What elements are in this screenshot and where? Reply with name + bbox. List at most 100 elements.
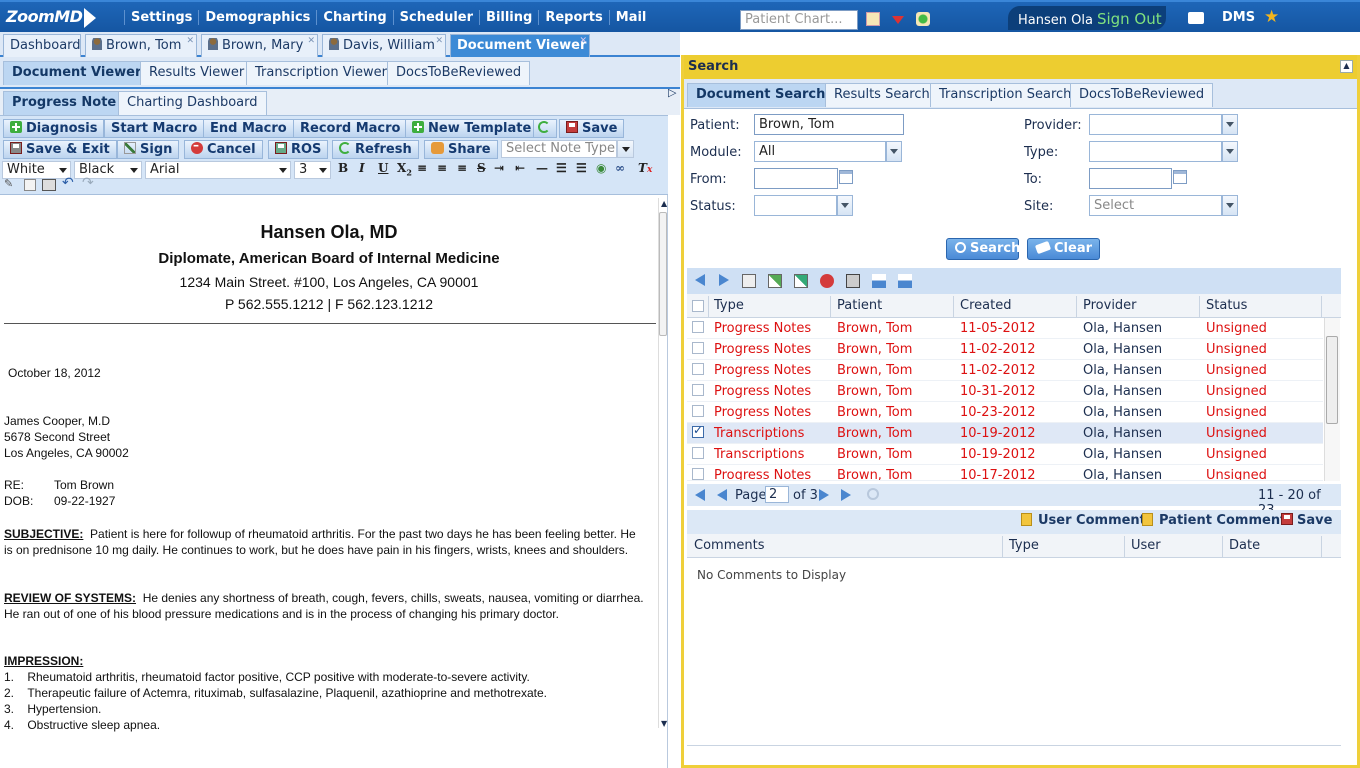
font-size-select[interactable]: 3 — [294, 161, 331, 179]
bullet-list-icon[interactable]: ☰ — [576, 161, 587, 175]
reload-icon[interactable] — [867, 488, 879, 500]
first-page-icon[interactable] — [695, 489, 705, 501]
provider-select[interactable] — [1089, 114, 1238, 135]
tab-brown-mary[interactable]: Brown, Mary ✕ — [201, 34, 318, 57]
end-macro-button[interactable]: End Macro — [203, 119, 294, 138]
dropdown-arrow-icon[interactable] — [892, 16, 904, 24]
sign-document-icon[interactable] — [794, 274, 808, 288]
chevron-down-icon[interactable] — [886, 141, 902, 162]
view-document-icon[interactable] — [742, 274, 756, 288]
module-select[interactable]: All — [754, 141, 902, 162]
row-checkbox[interactable] — [692, 468, 704, 480]
close-icon[interactable]: ✕ — [579, 36, 587, 46]
tab-docs-to-be-reviewed-search[interactable]: DocsToBeReviewed — [1070, 83, 1214, 107]
row-checkbox[interactable] — [692, 342, 704, 354]
col-comment-user[interactable]: User — [1131, 538, 1161, 553]
previous-icon[interactable] — [695, 274, 705, 286]
user-comment-button[interactable]: User Comment — [1021, 513, 1146, 528]
bold-icon[interactable]: B — [338, 161, 348, 175]
scroll-down-icon[interactable]: ▼ — [661, 719, 667, 728]
note-type-dropdown-button[interactable] — [617, 140, 634, 158]
col-created[interactable]: Created — [960, 298, 1011, 313]
new-template-button[interactable]: New Template — [405, 119, 539, 138]
to-date-field[interactable] — [1089, 168, 1187, 189]
subscript-icon[interactable]: X2 — [397, 161, 412, 177]
calendar-icon[interactable] — [1173, 170, 1187, 184]
table-row[interactable]: Progress Notes Brown, Tom 11-05-2012 Ola, H… — [687, 318, 1323, 339]
tab-document-viewer-sub[interactable]: Document Viewer — [3, 61, 151, 85]
delete-icon[interactable] — [820, 274, 834, 288]
clear-format-icon[interactable]: Tx — [638, 161, 652, 175]
sync-button[interactable] — [533, 119, 557, 138]
table-row[interactable]: Progress Notes Brown, Tom 11-02-2012 Ola, H… — [687, 360, 1323, 381]
calendar-icon[interactable] — [839, 170, 853, 184]
tab-charting-dashboard[interactable]: Charting Dashboard — [118, 91, 267, 115]
underline-icon[interactable]: U — [378, 161, 388, 175]
printer-icon[interactable] — [1188, 12, 1204, 24]
patient-field[interactable]: Brown, Tom — [754, 114, 904, 135]
tab-docs-to-be-reviewed[interactable]: DocsToBeReviewed — [387, 61, 531, 85]
last-page-icon[interactable] — [841, 489, 851, 501]
menu-billing[interactable]: Billing — [479, 9, 538, 25]
page-number-input[interactable]: 2 — [765, 486, 789, 503]
link-icon[interactable]: ∞ — [615, 161, 625, 175]
menu-settings[interactable]: Settings — [124, 9, 198, 25]
download-icon[interactable] — [872, 274, 886, 288]
numbered-list-icon[interactable]: ☰ — [556, 161, 567, 175]
add-patient-icon[interactable] — [916, 12, 930, 26]
print-icon[interactable] — [846, 274, 860, 288]
chevron-down-icon[interactable] — [837, 195, 853, 216]
align-left-icon[interactable]: ≡ — [417, 161, 427, 175]
spellcheck-icon[interactable]: ✎ — [4, 177, 13, 190]
col-comment-type[interactable]: Type — [1009, 538, 1039, 553]
search-button[interactable]: Search — [946, 238, 1020, 260]
undo-icon[interactable]: ↶ — [62, 175, 74, 191]
col-comment-date[interactable]: Date — [1229, 538, 1260, 553]
table-row[interactable]: Transcriptions Brown, Tom 10-19-2012 Ola, H… — [687, 444, 1323, 465]
italic-icon[interactable]: I — [359, 161, 365, 175]
sign-button[interactable]: Sign — [117, 140, 180, 159]
save-and-exit-button[interactable]: Save & Exit — [3, 140, 117, 159]
row-checkbox-checked[interactable] — [692, 423, 704, 438]
tab-results-search[interactable]: Results Search — [825, 83, 939, 107]
col-status[interactable]: Status — [1206, 298, 1247, 313]
chevron-down-icon[interactable] — [1222, 195, 1238, 216]
next-icon[interactable] — [719, 274, 729, 286]
row-checkbox[interactable] — [692, 447, 704, 459]
menu-charting[interactable]: Charting — [316, 9, 392, 25]
menu-demographics[interactable]: Demographics — [198, 9, 316, 25]
clear-button[interactable]: Clear — [1027, 238, 1100, 260]
tab-dashboard[interactable]: Dashboard — [3, 34, 81, 57]
tab-davis-william[interactable]: Davis, William ✕ — [322, 34, 446, 57]
tab-document-viewer[interactable]: Document Viewer ✕ — [450, 34, 590, 57]
sign-out-link[interactable]: Sign Out — [1097, 10, 1162, 28]
horizontal-rule-icon[interactable]: — — [536, 161, 548, 175]
share-button[interactable]: Share — [424, 140, 498, 159]
row-checkbox[interactable] — [692, 363, 704, 375]
favorite-star-icon[interactable]: ★ — [1264, 9, 1280, 26]
dms-link[interactable]: DMS — [1222, 10, 1255, 25]
align-center-icon[interactable]: ≡ — [437, 161, 447, 175]
document-icon[interactable] — [24, 179, 36, 191]
site-select[interactable]: Select — [1089, 195, 1238, 216]
export-icon[interactable] — [898, 274, 912, 288]
image-icon[interactable]: ◉ — [596, 161, 606, 175]
close-icon[interactable]: ✕ — [435, 36, 443, 46]
editor-scroll-thumb[interactable] — [659, 212, 667, 336]
col-type[interactable]: Type — [714, 298, 744, 313]
grid-scroll-thumb[interactable] — [1326, 336, 1338, 424]
save-button[interactable]: Save — [559, 119, 625, 138]
edit-document-icon[interactable] — [768, 274, 782, 288]
tab-transcription-viewer[interactable]: Transcription Viewer — [246, 61, 396, 85]
note-type-select[interactable]: Select Note Type — [501, 140, 617, 158]
redo-icon[interactable]: ↷ — [82, 175, 94, 191]
tab-results-viewer[interactable]: Results Viewer — [140, 61, 254, 85]
tab-progress-note[interactable]: Progress Note — [3, 91, 126, 115]
align-right-icon[interactable]: ≡ — [457, 161, 467, 175]
from-date-field[interactable] — [754, 168, 853, 189]
next-page-icon[interactable] — [819, 489, 829, 501]
menu-mail[interactable]: Mail — [608, 9, 653, 25]
outdent-icon[interactable]: ⇤ — [515, 161, 525, 175]
table-row[interactable]: Progress Notes Brown, Tom 10-17-2012 Ola, H… — [687, 465, 1323, 481]
app-logo[interactable]: ZoomMD — [6, 7, 97, 28]
